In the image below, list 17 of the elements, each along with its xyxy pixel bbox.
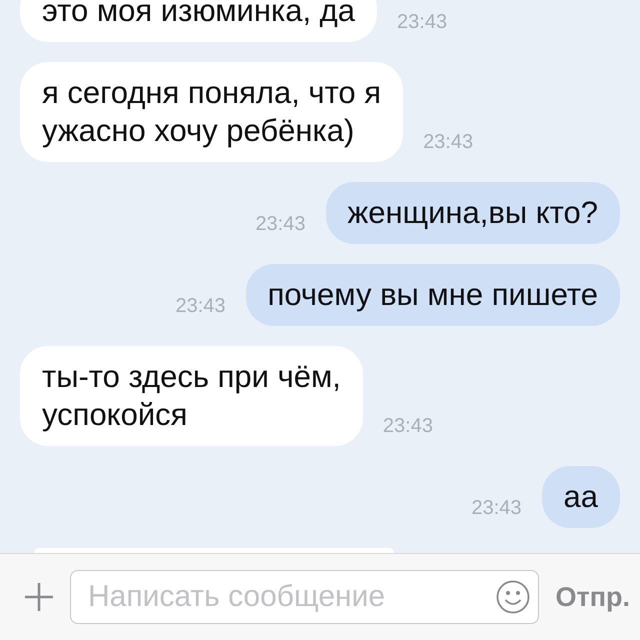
- message-field[interactable]: Написать сообщение: [70, 570, 540, 624]
- smiley-icon[interactable]: [496, 580, 530, 614]
- message-bubble: я сегодня поняла, что я ужасно хочу ребёнка): [20, 62, 404, 162]
- message-bubble: женщина,вы кто?: [326, 182, 620, 244]
- message-time: 23:43: [423, 131, 474, 155]
- message-time: 23:43: [176, 295, 226, 319]
- message-bubble: это моя изюминка, да: [20, 0, 378, 42]
- message-time: 23:43: [471, 497, 522, 521]
- message-bubble: аа: [542, 466, 620, 528]
- message-time: 23:43: [255, 213, 306, 237]
- message-bubble: почему вы мне пишете: [246, 264, 620, 326]
- message-time: 23:43: [382, 415, 433, 439]
- message-time: 23:43: [397, 11, 448, 35]
- send-button[interactable]: Отпр.: [555, 582, 630, 612]
- message-bubble: ты-то здесь при чём, успокойся: [20, 346, 363, 446]
- add-icon[interactable]: [24, 582, 54, 612]
- message-input[interactable]: Написать сообщение: [86, 579, 496, 615]
